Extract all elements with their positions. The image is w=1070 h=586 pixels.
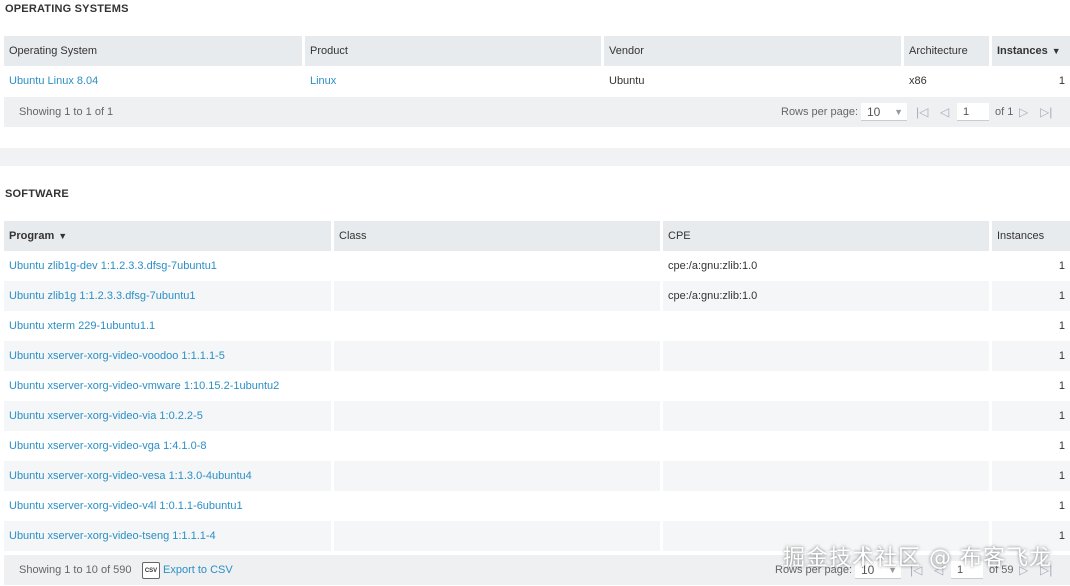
- column-header-vendor[interactable]: Vendor: [604, 36, 901, 66]
- chevron-down-icon: ▼: [58, 231, 68, 241]
- software-section-title: SOFTWARE: [5, 188, 69, 200]
- last-page-icon[interactable]: ▷|: [1040, 97, 1052, 127]
- program-link[interactable]: Ubuntu xserver-xorg-video-vesa 1:1.3.0-4…: [4, 461, 331, 491]
- program-link[interactable]: Ubuntu zlib1g-dev 1:1.2.3.3.dfsg-7ubuntu…: [4, 251, 331, 281]
- class-cell: [334, 431, 660, 461]
- showing-count: Showing 1 to 1 of 1: [19, 106, 114, 118]
- column-header-program[interactable]: Program ▼: [4, 221, 331, 251]
- column-header-instances[interactable]: Instances: [992, 221, 1070, 251]
- program-link[interactable]: Ubuntu xserver-xorg-video-v4l 1:0.1.1-6u…: [4, 491, 331, 521]
- class-cell: [334, 521, 660, 551]
- cpe-cell: [663, 371, 989, 401]
- instances-cell: 1: [1058, 440, 1065, 452]
- os-pager: Showing 1 to 1 of 1 Rows per page: 10 ▼ |…: [4, 97, 1070, 127]
- instances-cell: 1: [992, 341, 1070, 371]
- cpe-cell: [663, 401, 989, 431]
- column-header-instances-label: Instances: [997, 45, 1048, 57]
- export-csv-link[interactable]: Export to CSV: [163, 555, 233, 585]
- program-link[interactable]: Ubuntu xserver-xorg-video-voodoo 1:1.1.1…: [4, 341, 331, 371]
- class-cell: [334, 401, 660, 431]
- cpe-cell: cpe:/a:gnu:zlib:1.0: [663, 281, 989, 311]
- column-header-operating-system[interactable]: Operating System: [4, 36, 302, 66]
- csv-file-icon[interactable]: CSV: [142, 562, 160, 579]
- instances-cell: 1: [1058, 500, 1065, 512]
- instances-cell: 1: [992, 461, 1070, 491]
- cpe-cell: cpe:/a:gnu:zlib:1.0: [668, 260, 758, 272]
- program-link[interactable]: Ubuntu xterm 229-1ubuntu1.1: [4, 311, 331, 341]
- column-header-instances[interactable]: Instances ▼: [992, 36, 1070, 66]
- page-number-input[interactable]: 1: [957, 103, 989, 121]
- instances-cell: 1: [1058, 320, 1065, 332]
- program-link[interactable]: Ubuntu xserver-xorg-video-vmware 1:10.15…: [4, 371, 331, 401]
- page-of-label: of 1: [995, 106, 1014, 118]
- class-cell: [334, 491, 660, 521]
- instances-cell: 1: [1058, 260, 1065, 272]
- architecture-cell: x86: [909, 75, 927, 87]
- class-cell: [334, 371, 660, 401]
- column-header-architecture[interactable]: Architecture: [904, 36, 989, 66]
- chevron-down-icon: ▼: [1051, 46, 1061, 56]
- cpe-cell: [663, 341, 989, 371]
- section-divider: [0, 148, 1070, 166]
- class-cell: [334, 281, 660, 311]
- cpe-cell: [663, 461, 989, 491]
- class-cell: [334, 311, 660, 341]
- cpe-cell: [663, 491, 989, 521]
- next-page-icon[interactable]: ▷: [1019, 97, 1028, 127]
- column-header-cpe[interactable]: CPE: [663, 221, 989, 251]
- program-link[interactable]: Ubuntu xserver-xorg-video-via 1:0.2.2-5: [4, 401, 331, 431]
- instances-cell: 1: [1058, 380, 1065, 392]
- class-cell: [334, 341, 660, 371]
- column-header-class[interactable]: Class: [334, 221, 660, 251]
- chevron-down-icon: ▼: [894, 107, 903, 117]
- instances-cell: 1: [992, 401, 1070, 431]
- program-link[interactable]: Ubuntu xserver-xorg-video-tseng 1:1.1.1-…: [4, 521, 331, 551]
- program-link[interactable]: Ubuntu xserver-xorg-video-vga 1:4.1.0-8: [4, 431, 331, 461]
- os-section-title: OPERATING SYSTEMS: [5, 3, 129, 15]
- instances-cell: 1: [1058, 75, 1065, 87]
- column-header-program-label: Program: [9, 230, 55, 242]
- rows-per-page-select[interactable]: 10 ▼: [861, 103, 907, 121]
- cpe-cell: [663, 431, 989, 461]
- watermark-text: 掘金技术社区 @ 布客飞龙: [783, 546, 1052, 571]
- class-cell: [334, 251, 660, 281]
- class-cell: [334, 461, 660, 491]
- first-page-icon[interactable]: |◁: [916, 97, 928, 127]
- cpe-cell: [663, 311, 989, 341]
- showing-count: Showing 1 to 10 of 590: [19, 564, 132, 576]
- product-link[interactable]: Linux: [305, 66, 601, 96]
- rows-per-page-label: Rows per page:: [781, 106, 859, 118]
- rows-per-page-value: 10: [867, 105, 881, 119]
- vendor-cell: Ubuntu: [609, 75, 645, 87]
- os-name-link[interactable]: Ubuntu Linux 8.04: [4, 66, 302, 96]
- instances-cell: 1: [992, 281, 1070, 311]
- column-header-product[interactable]: Product: [305, 36, 601, 66]
- prev-page-icon[interactable]: ◁: [940, 97, 949, 127]
- program-link[interactable]: Ubuntu zlib1g 1:1.2.3.3.dfsg-7ubuntu1: [4, 281, 331, 311]
